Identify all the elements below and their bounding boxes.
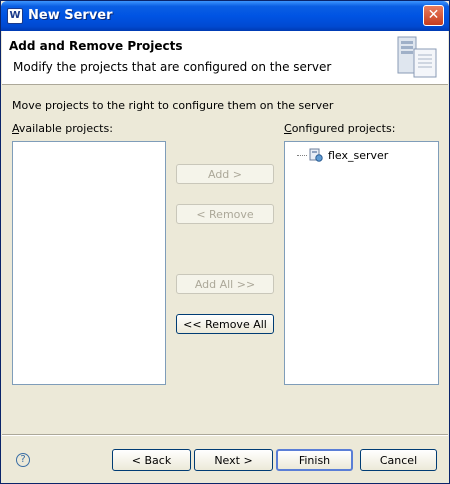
new-server-dialog: W New Server ✕ Add and Remove Projects M… [0,0,450,484]
remove-all-button[interactable]: << Remove All [176,314,274,334]
help-button[interactable]: ? [16,453,30,467]
configured-projects-label: Configured projects: [284,122,395,135]
add-all-button[interactable]: Add All >> [176,274,274,294]
tree-item-label: flex_server [328,148,389,162]
available-projects-list[interactable] [12,141,166,385]
instruction-text: Move projects to the right to configure … [12,99,334,112]
eclipse-window-icon: W [7,8,23,24]
available-projects-label: Available projects: [12,122,113,135]
remove-button[interactable]: < Remove [176,204,274,224]
help-icon: ? [20,454,26,465]
server-wizard-icon [397,36,437,78]
cancel-button[interactable]: Cancel [360,449,437,471]
tree-item-flex-server[interactable]: flex_server [297,147,388,163]
banner-title: Add and Remove Projects [9,39,183,53]
wizard-banner: Add and Remove Projects Modify the proje… [2,31,448,85]
add-button[interactable]: Add > [176,164,274,184]
back-button[interactable]: < Back [112,449,191,471]
close-button[interactable]: ✕ [423,5,444,26]
banner-description: Modify the projects that are configured … [13,60,332,74]
project-server-icon [309,148,323,162]
configured-label-text: onfigured projects: [291,122,396,135]
available-label-mnemonic: A [12,122,19,135]
configured-label-mnemonic: C [284,122,292,135]
configured-projects-list[interactable]: flex_server [284,141,439,385]
title-bar[interactable]: W New Server ✕ [1,1,449,31]
available-label-text: vailable projects: [18,122,113,135]
finish-button[interactable]: Finish [276,449,353,471]
close-icon: ✕ [427,7,440,23]
next-button[interactable]: Next > [194,449,273,471]
tree-connector [297,154,307,156]
footer-separator [2,434,448,436]
window-title: New Server [28,8,113,23]
